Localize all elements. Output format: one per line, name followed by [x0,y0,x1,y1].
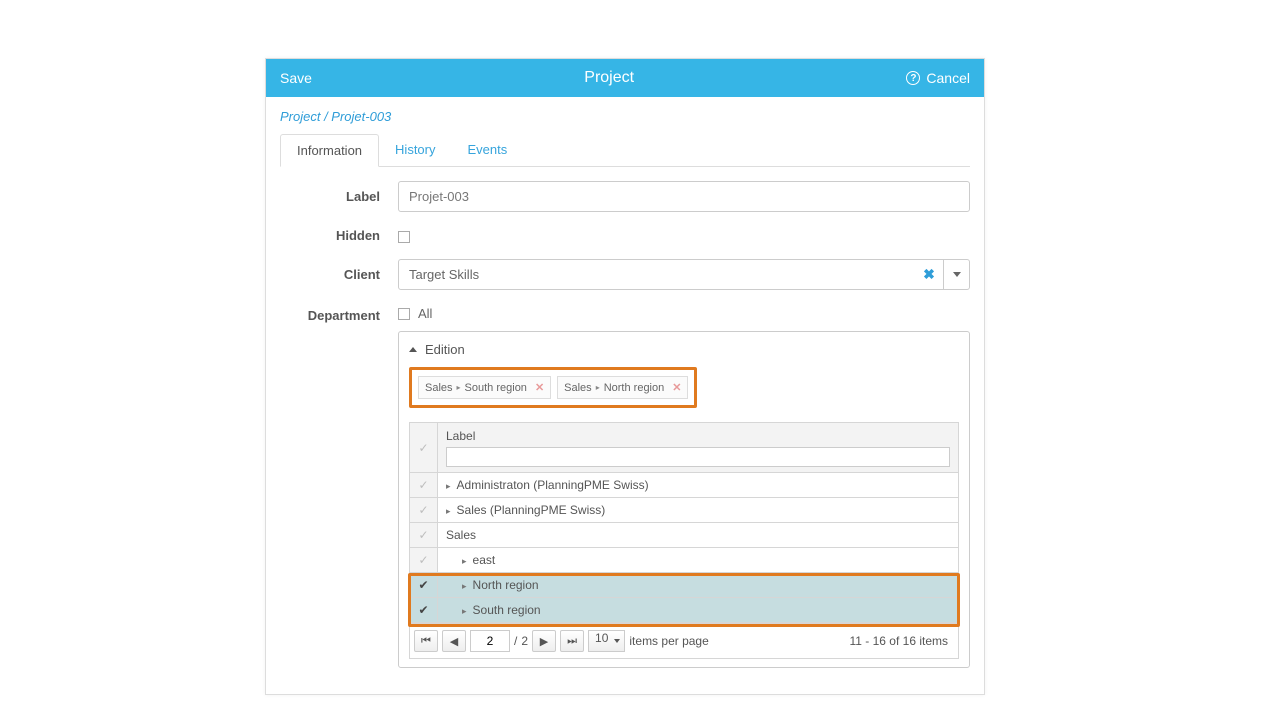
help-icon: ? [906,71,920,85]
expand-icon[interactable]: ▸ [446,481,451,491]
save-button[interactable]: Save [280,70,312,86]
project-modal: Save Project ? Cancel Project / Projet-0… [265,58,985,695]
tag-north: Sales ▸ North region ✕ [557,376,688,399]
tabs: Information History Events [280,134,970,167]
remove-tag-icon[interactable]: ✕ [535,381,544,394]
table-row[interactable]: ✓ Sales [410,523,958,548]
department-lbl: Department [280,306,398,323]
pager-info: 11 - 16 of 16 items [850,634,955,648]
expand-icon[interactable]: ▸ [462,581,467,591]
row-check[interactable]: ✓ [410,498,438,522]
table-row[interactable]: ✓ ▸Sales (PlanningPME Swiss) [410,498,958,523]
row-label: ▸Administraton (PlanningPME Swiss) [438,473,958,497]
tab-events[interactable]: Events [452,134,524,166]
row-check[interactable]: ✓ [410,548,438,572]
modal-title: Project [312,69,906,87]
table-row[interactable]: ✔ ▸South region [410,598,958,623]
expand-icon[interactable]: ▸ [462,606,467,616]
hidden-checkbox[interactable] [398,231,410,243]
expand-icon[interactable]: ▸ [446,506,451,516]
selected-tags: Sales ▸ South region ✕ Sales ▸ North reg… [409,367,697,408]
client-value: Target Skills [399,260,915,289]
caret-up-icon [409,347,417,352]
grid-header-label: Label [446,429,950,443]
titlebar: Save Project ? Cancel [266,59,984,97]
row-label: ▸North region [438,573,958,597]
label-input[interactable] [398,181,970,212]
row-client: Client Target Skills ✖ [280,259,970,290]
cancel-button[interactable]: ? Cancel [906,70,970,86]
breadcrumb: Project / Projet-003 [266,97,984,128]
pager-size-select[interactable]: 10 [588,630,625,652]
row-hidden: Hidden [280,228,970,243]
client-dropdown-icon[interactable] [943,260,969,289]
pager-prev-button[interactable]: ◀ [442,630,466,652]
client-lbl: Client [280,267,398,282]
header-label-cell: Label [438,423,958,472]
tag-part: Sales [564,382,592,394]
tab-history[interactable]: History [379,134,451,166]
pager-total: 2 [521,634,528,648]
row-check[interactable]: ✓ [410,473,438,497]
tag-part: North region [604,382,665,394]
department-all[interactable]: All [398,306,970,321]
row-label: ▸east [438,548,958,572]
row-label: Label [280,181,970,212]
grid-filter-input[interactable] [446,447,950,467]
tag-south: Sales ▸ South region ✕ [418,376,551,399]
tag-part: South region [465,382,527,394]
header-check-cell[interactable]: ✓ [410,423,438,472]
row-department: Department All Edition Sales [280,306,970,668]
row-label: Sales [438,523,958,547]
table-row[interactable]: ✓ ▸Administraton (PlanningPME Swiss) [410,473,958,498]
pager-sep: / [514,634,517,648]
client-combo[interactable]: Target Skills ✖ [398,259,970,290]
department-grid: ✓ Label ✓ ▸Administraton (PlanningPME Sw… [409,422,959,659]
pager-page-input[interactable] [470,630,510,652]
table-row[interactable]: ✓ ▸east [410,548,958,573]
caret-down-icon [953,272,961,277]
pager-last-button[interactable]: ⏭ [560,630,584,652]
tag-part: Sales [425,382,453,394]
department-all-label: All [418,306,432,321]
remove-tag-icon[interactable]: ✕ [672,381,681,394]
hidden-lbl: Hidden [280,228,398,243]
grid-header-row: ✓ Label [410,423,958,473]
department-all-checkbox[interactable] [398,308,410,320]
pager-next-button[interactable]: ▶ [532,630,556,652]
form: Label Hidden Client Target Skills ✖ [266,167,984,668]
client-clear-icon[interactable]: ✖ [915,260,943,289]
pager-items-label: items per page [629,634,708,648]
row-label: ▸Sales (PlanningPME Swiss) [438,498,958,522]
label-lbl: Label [280,189,398,204]
row-check[interactable]: ✓ [410,523,438,547]
pager: ⏮ ◀ / 2 ▶ ⏭ 10 items per page 11 - 16 of… [410,623,958,658]
caret-down-icon [614,639,620,643]
row-check[interactable]: ✔ [410,573,438,597]
row-check[interactable]: ✔ [410,598,438,622]
pager-first-button[interactable]: ⏮ [414,630,438,652]
row-label: ▸South region [438,598,958,622]
expand-icon[interactable]: ▸ [462,556,467,566]
department-panel: Edition Sales ▸ South region ✕ Sales [398,331,970,668]
edition-header[interactable]: Edition [409,342,959,357]
cancel-label: Cancel [926,70,970,86]
chevron-right-icon: ▸ [596,383,600,392]
table-row[interactable]: ✔ ▸North region [410,573,958,598]
tab-information[interactable]: Information [280,134,379,167]
chevron-right-icon: ▸ [457,383,461,392]
edition-label: Edition [425,342,465,357]
modal-body: Project / Projet-003 Information History… [266,97,984,694]
